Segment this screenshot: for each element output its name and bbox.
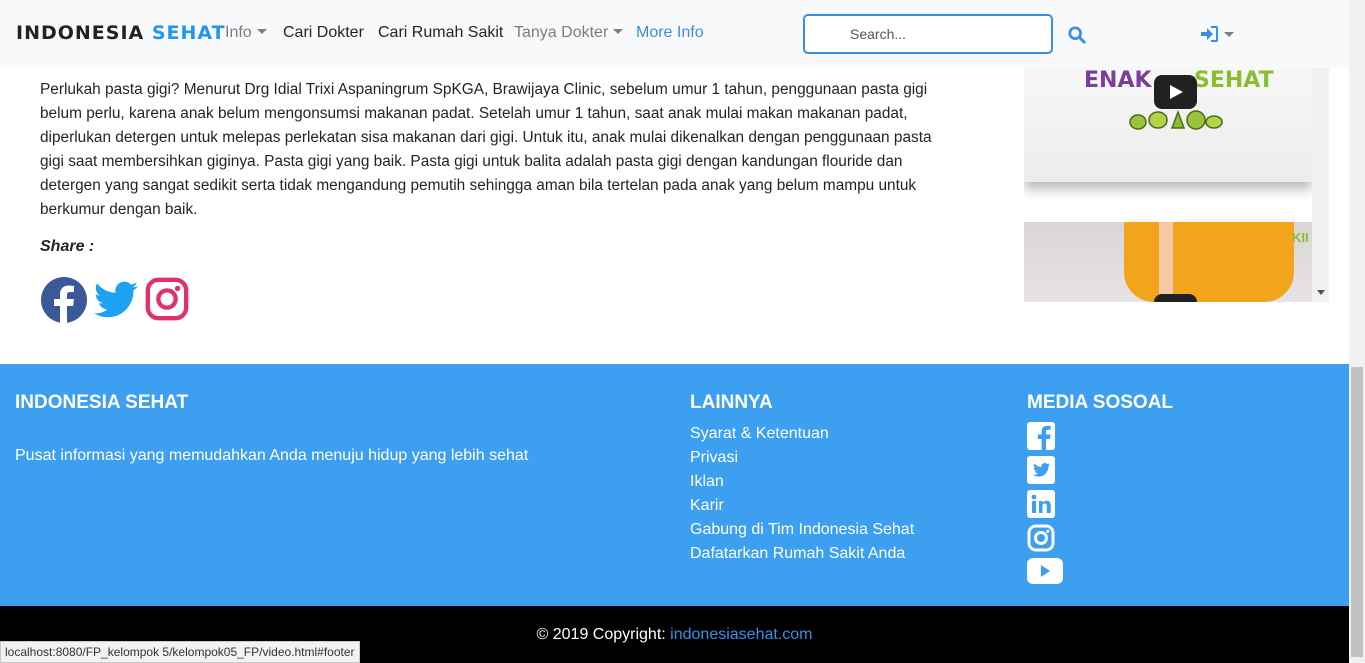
video-thumbnail-enak-sehat[interactable]: ENAK SEHAT <box>1024 68 1312 182</box>
footer-links-list: Syarat & Ketentuan Privasi Iklan Karir G… <box>690 422 914 566</box>
footer: INDONESIA SEHAT Pusat informasi yang mem… <box>0 364 1349 606</box>
brand-part-2: SEHAT <box>151 22 226 44</box>
browser-status-url: localhost:8080/FP_kelompok 5/kelompok05_… <box>0 641 360 663</box>
video-panel-scrollbar[interactable] <box>1312 68 1329 302</box>
footer-social-icons <box>1027 422 1063 586</box>
vegetables-illustration <box>1129 109 1223 130</box>
footer-link-gabung[interactable]: Gabung di Tim Indonesia Sehat <box>690 518 914 542</box>
footer-links-title: LAINNYA <box>690 392 773 413</box>
video-thumbnail-2[interactable]: KII <box>1024 222 1312 302</box>
login-dropdown-button[interactable] <box>1200 26 1236 42</box>
footer-brand-description: Pusat informasi yang memudahkan Anda men… <box>15 447 529 464</box>
twitter-icon[interactable] <box>92 276 140 324</box>
video-thumb-person <box>1124 222 1294 302</box>
footer-link-karir[interactable]: Karir <box>690 494 914 518</box>
youtube-icon[interactable] <box>1027 558 1063 586</box>
copyright-link[interactable]: indonesiasehat.com <box>670 626 812 643</box>
nav-cari-rumah-sakit[interactable]: Cari Rumah Sakit <box>378 24 503 42</box>
navbar: INDONESIA SEHAT Info Cari Dokter Cari Ru… <box>0 0 1349 68</box>
brand-part-1: INDONESIA <box>16 22 145 44</box>
nav-info-label: Info <box>225 24 252 41</box>
footer-link-syarat[interactable]: Syarat & Ketentuan <box>690 422 914 446</box>
video-thumb-text-sehat: SEHAT <box>1194 68 1274 93</box>
sign-in-icon <box>1201 26 1218 42</box>
twitter-square-icon[interactable] <box>1027 456 1063 484</box>
nav-cari-dokter[interactable]: Cari Dokter <box>283 24 364 42</box>
nav-tanya-dokter-dropdown[interactable]: Tanya Dokter <box>514 24 624 42</box>
video-list-panel[interactable]: ENAK SEHAT KII <box>1024 68 1329 302</box>
video-thumb-text-enak: ENAK <box>1084 68 1152 93</box>
nav-tanya-dokter-label: Tanya Dokter <box>514 24 609 41</box>
video-play-button[interactable] <box>1154 75 1197 109</box>
instagram-icon[interactable] <box>144 276 192 324</box>
video-thumb-arm <box>1159 222 1173 302</box>
search-icon[interactable] <box>1068 26 1088 46</box>
footer-social-title: MEDIA SOSOAL <box>1027 392 1174 413</box>
facebook-icon[interactable] <box>40 276 88 324</box>
article-paragraph: Perlukah pasta gigi? Menurut Drg Idial T… <box>40 81 932 218</box>
footer-brand-title: INDONESIA SEHAT <box>15 392 189 413</box>
footer-link-iklan[interactable]: Iklan <box>690 470 914 494</box>
chevron-down-icon <box>1224 31 1234 37</box>
footer-link-privasi[interactable]: Privasi <box>690 446 914 470</box>
nav-more-info[interactable]: More Info <box>636 24 704 42</box>
nav-info-dropdown[interactable]: Info <box>225 24 267 42</box>
video-thumb-logo: KII <box>1292 230 1309 245</box>
share-icons <box>40 276 192 324</box>
brand-logo[interactable]: INDONESIA SEHAT <box>16 22 226 44</box>
linkedin-square-icon[interactable] <box>1027 490 1063 518</box>
page-scrollbar[interactable] <box>1349 0 1365 663</box>
chevron-down-icon <box>613 29 624 34</box>
facebook-square-icon[interactable] <box>1027 422 1063 450</box>
video-play-button[interactable] <box>1154 294 1197 302</box>
search-input[interactable] <box>803 14 1053 54</box>
footer-link-daftar-rs[interactable]: Dafatarkan Rumah Sakit Anda <box>690 542 914 566</box>
instagram-outline-icon[interactable] <box>1027 524 1063 552</box>
share-label: Share : <box>40 238 95 255</box>
chevron-down-icon <box>256 29 267 34</box>
copyright-text: © 2019 Copyright: <box>536 626 666 643</box>
scroll-down-arrow-icon[interactable] <box>1317 290 1325 295</box>
page-scrollbar-thumb[interactable] <box>1351 367 1363 657</box>
